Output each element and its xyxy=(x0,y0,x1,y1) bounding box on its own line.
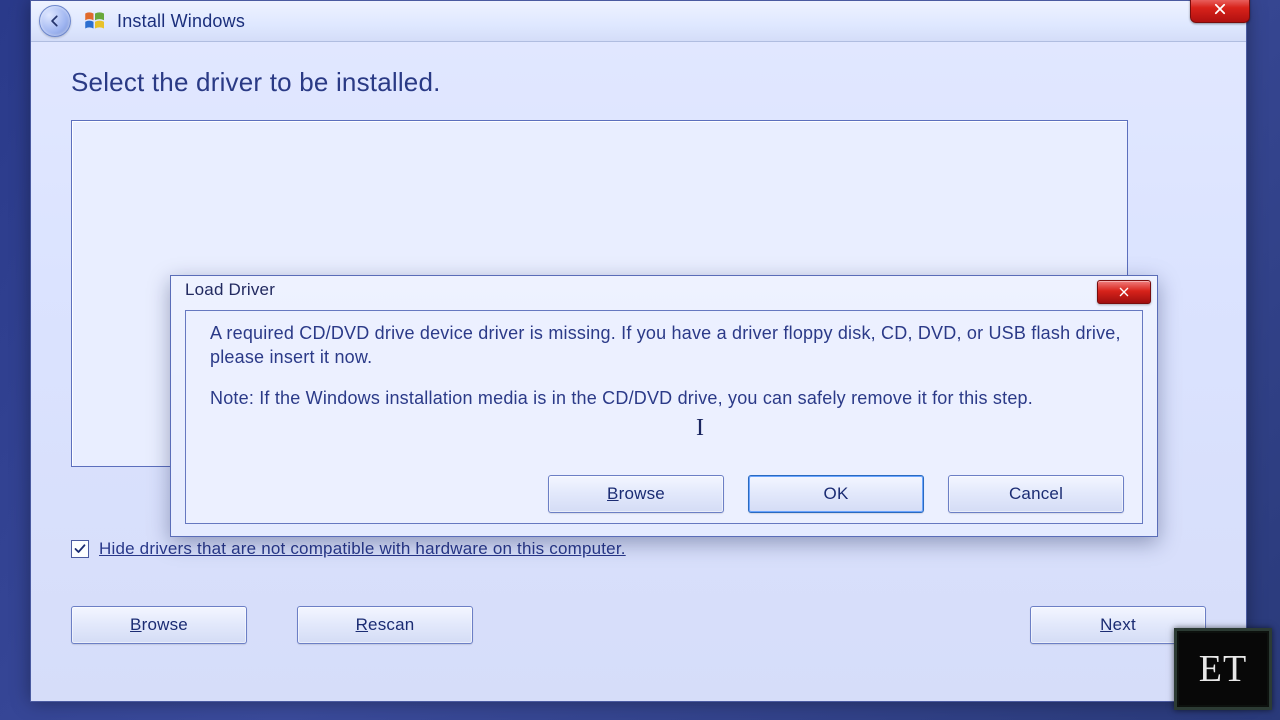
load-driver-msg2: Note: If the Windows installation media … xyxy=(210,386,1124,410)
load-driver-titlebar: Load Driver xyxy=(171,276,1157,310)
titlebar: Install Windows xyxy=(31,1,1246,42)
hide-drivers-row: Hide drivers that are not compatible wit… xyxy=(71,539,626,559)
close-icon xyxy=(1213,2,1227,16)
rescan-button[interactable]: Rescan xyxy=(297,606,473,644)
load-driver-button-row: Browse OK Cancel xyxy=(548,475,1124,513)
hide-drivers-label[interactable]: Hide drivers that are not compatible wit… xyxy=(99,539,626,559)
load-driver-close-button[interactable] xyxy=(1097,280,1151,304)
load-driver-dialog: Load Driver A required CD/DVD drive devi… xyxy=(170,275,1158,537)
load-driver-browse-button[interactable]: Browse xyxy=(548,475,724,513)
close-icon xyxy=(1118,286,1130,298)
load-driver-inner: A required CD/DVD drive device driver is… xyxy=(185,310,1143,524)
load-driver-ok-button[interactable]: OK xyxy=(748,475,924,513)
windows-logo-icon xyxy=(83,9,107,33)
watermark-text: ET xyxy=(1199,647,1247,691)
load-driver-cancel-button[interactable]: Cancel xyxy=(948,475,1124,513)
arrow-left-icon xyxy=(48,14,62,28)
load-driver-title: Load Driver xyxy=(185,280,275,299)
load-driver-msg1: A required CD/DVD drive device driver is… xyxy=(210,321,1124,370)
window-title: Install Windows xyxy=(117,11,245,32)
check-icon xyxy=(74,543,86,555)
back-button[interactable] xyxy=(39,5,71,37)
page-heading: Select the driver to be installed. xyxy=(71,67,1206,98)
watermark-logo: ET xyxy=(1174,628,1272,710)
browse-button[interactable]: Browse xyxy=(71,606,247,644)
text-cursor-icon: I xyxy=(696,415,704,442)
wizard-button-row: Browse Rescan Next xyxy=(71,606,1206,644)
load-driver-message: A required CD/DVD drive device driver is… xyxy=(186,311,1142,410)
close-button[interactable] xyxy=(1190,0,1250,23)
hide-drivers-checkbox[interactable] xyxy=(71,540,89,558)
